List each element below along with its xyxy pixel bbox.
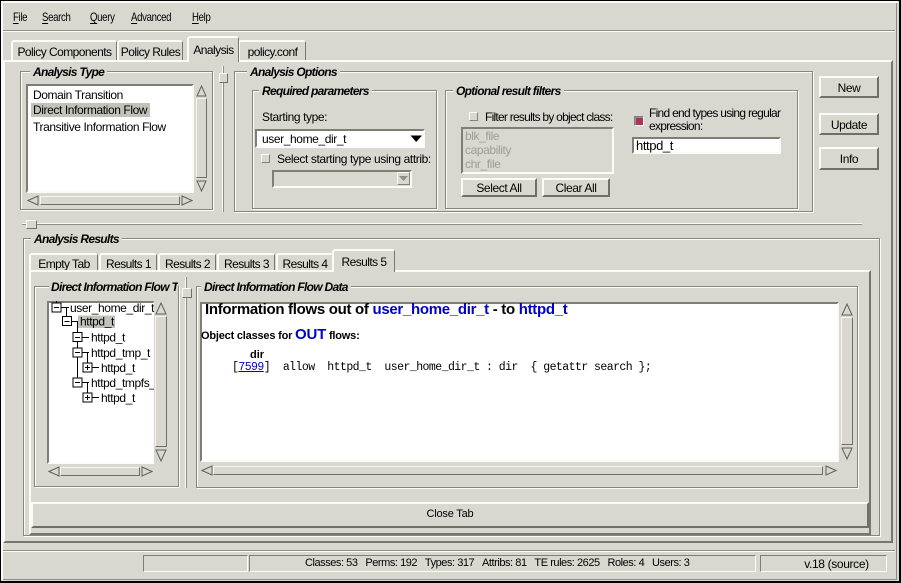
svg-text:httpd_tmp_t: httpd_tmp_t <box>91 346 151 360</box>
svg-text:user_home_dir_t: user_home_dir_t <box>70 301 155 315</box>
svg-text:httpd_t: httpd_t <box>101 361 136 375</box>
svg-text:httpd_t: httpd_t <box>91 331 126 345</box>
svg-text:httpd_t: httpd_t <box>101 391 136 405</box>
svg-text:httpd_t: httpd_t <box>80 315 115 329</box>
svg-text:httpd_tmpfs_: httpd_tmpfs_ <box>91 376 155 390</box>
